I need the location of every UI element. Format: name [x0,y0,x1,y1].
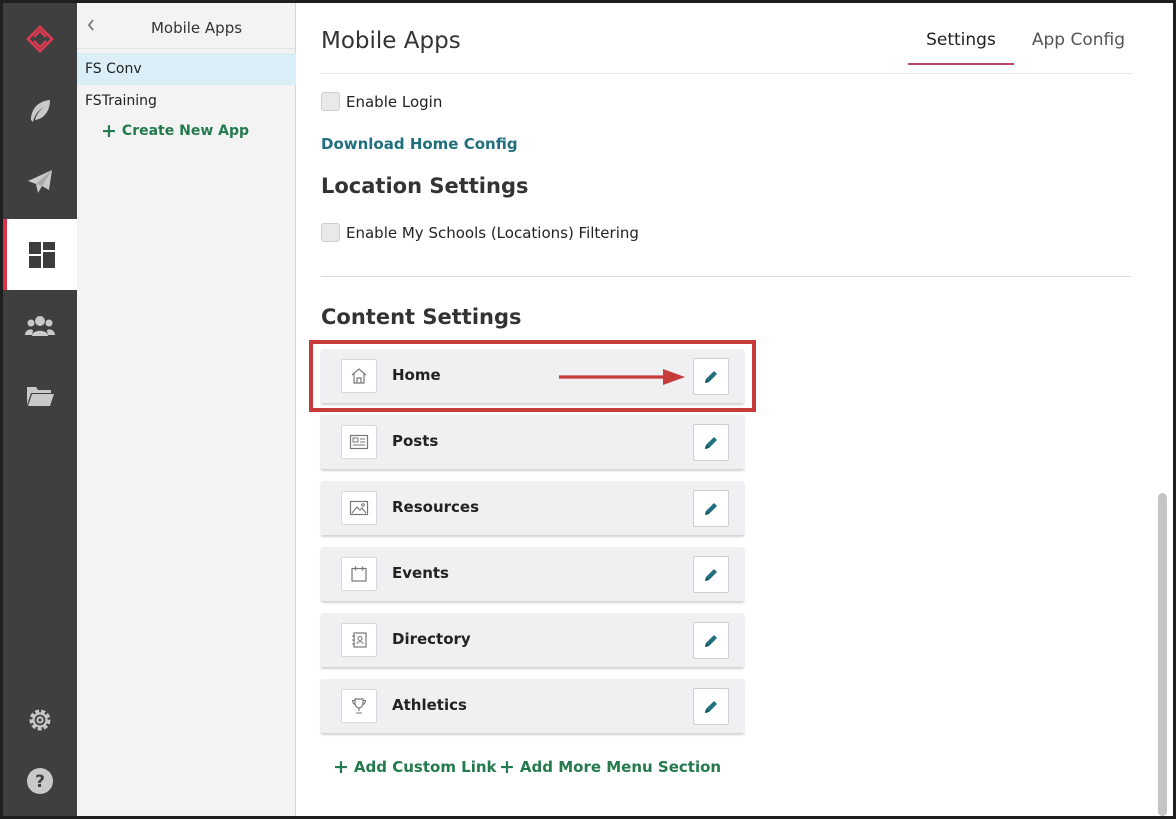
content-row-events: Events [321,547,744,601]
app-item-fstraining[interactable]: FSTraining [77,85,296,117]
panel-title: Mobile Apps [150,19,243,37]
content-row-athletics: Athletics [321,679,744,733]
rail-item-send[interactable] [3,146,77,217]
pencil-icon [705,634,717,647]
tab-bar: Settings App Config [908,30,1143,65]
rail-item-users[interactable] [3,290,77,361]
app-list-panel: Mobile Apps FS Conv FSTraining + Create … [77,3,296,816]
enable-login-label: Enable Login [346,92,443,111]
enable-login-checkbox[interactable] [321,92,340,111]
location-settings-title: Location Settings [321,174,529,198]
header-divider [321,73,1133,74]
back-chevron-icon[interactable] [83,17,99,33]
plus-icon: + [499,756,515,778]
plus-icon: + [333,756,349,778]
scrollbar-thumb[interactable] [1158,493,1167,816]
gear-icon [29,709,51,730]
content-row-resources: Resources [321,481,744,535]
highlight-box [309,340,756,412]
page-title: Mobile Apps [321,28,461,54]
icon-rail: ? [3,3,77,816]
content-row-label: Directory [392,630,471,648]
content-row-label: Posts [392,432,439,450]
app-item-fs-conv[interactable]: FS Conv [77,53,296,85]
trophy-icon [341,689,377,723]
edit-resources-button[interactable] [693,490,729,527]
add-menu-section-button[interactable]: + Add More Menu Section [499,756,722,778]
content-row-label: Events [392,564,449,582]
content-row-posts: Posts [321,415,744,469]
tab-settings[interactable]: Settings [908,30,1014,65]
folder-icon [27,386,54,406]
newspaper-icon [341,425,377,459]
content-row-directory: Directory [321,613,744,667]
paper-plane-icon [28,169,52,193]
content-settings-title: Content Settings [321,305,522,329]
feather-icon [31,99,50,122]
rail-item-posts[interactable] [3,75,77,146]
locations-filtering-checkbox[interactable] [321,223,340,242]
pencil-icon [705,502,717,515]
edit-athletics-button[interactable] [693,688,729,725]
edit-events-button[interactable] [693,556,729,593]
download-home-config-link[interactable]: Download Home Config [321,135,518,153]
panel-header: Mobile Apps [77,3,296,49]
create-new-app-label: Create New App [121,123,250,139]
rail-item-dashboard[interactable] [3,219,77,290]
create-new-app-link[interactable]: + Create New App [101,120,250,142]
logo-icon [26,24,54,53]
image-icon [341,491,377,525]
section-divider [321,276,1131,277]
edit-directory-button[interactable] [693,622,729,659]
edit-posts-button[interactable] [693,424,729,461]
locations-filtering-row[interactable]: Enable My Schools (Locations) Filtering [321,223,639,242]
enable-login-row[interactable]: Enable Login [321,92,442,111]
pencil-icon [705,568,717,581]
arrow-right-icon [559,369,685,385]
add-custom-link-button[interactable]: + Add Custom Link [333,756,497,778]
contact-card-icon [341,623,377,657]
svg-text:?: ? [35,772,45,792]
users-icon [25,315,55,336]
add-menu-section-label: Add More Menu Section [519,758,722,776]
content-row-label: Resources [392,498,480,516]
locations-filtering-label: Enable My Schools (Locations) Filtering [346,223,639,242]
help-icon: ? [27,767,53,794]
app-window: ? Mobile Apps FS Conv FSTraining + Creat… [0,0,1176,819]
calendar-icon [341,557,377,591]
tab-app-config[interactable]: App Config [1014,30,1143,65]
content-row-label: Athletics [392,696,467,714]
rail-item-logo[interactable] [3,3,77,74]
dashboard-icon [29,241,55,268]
pencil-icon [705,436,717,449]
rail-item-files[interactable] [3,360,77,431]
rail-item-help[interactable]: ? [3,745,77,816]
plus-icon: + [101,120,117,142]
pencil-icon [705,700,717,713]
main-content: Mobile Apps Settings App Config Enable L… [297,3,1173,816]
add-custom-link-label: Add Custom Link [353,758,497,776]
